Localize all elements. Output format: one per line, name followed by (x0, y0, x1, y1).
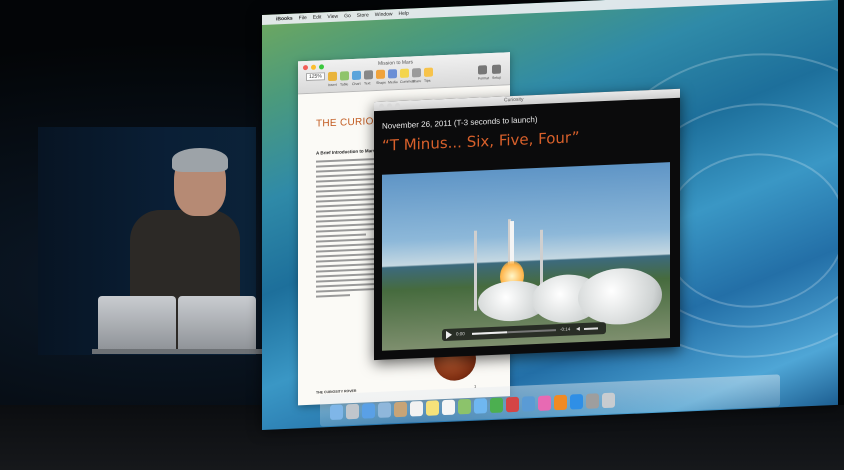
system-preferences-icon[interactable] (586, 393, 599, 409)
text-icon[interactable] (364, 70, 373, 80)
facetime-icon[interactable] (490, 397, 503, 414)
setup-icon[interactable] (492, 64, 501, 74)
maps-icon[interactable] (458, 398, 471, 415)
insert-label: Insert (328, 82, 337, 88)
calendar-icon[interactable] (410, 400, 423, 417)
setup-label: Setup (492, 75, 502, 80)
zoom-button[interactable] (319, 64, 324, 70)
pages-window-title: Mission to Mars (378, 59, 414, 67)
window-controls (303, 64, 324, 71)
messages-icon[interactable] (474, 398, 487, 414)
minimize-button[interactable] (387, 103, 392, 109)
mail-icon[interactable] (378, 402, 391, 418)
document-subtitle: A Brief Introduction to Mars (316, 148, 376, 156)
tips-label: Tips (424, 78, 431, 83)
time-elapsed: 0:00 (456, 331, 465, 337)
chart-icon[interactable] (352, 70, 361, 81)
ibooks-window: Curiosity November 26, 2011 (T-3 seconds… (374, 88, 680, 361)
contacts-icon[interactable] (394, 401, 407, 418)
pages-toolbar: Mission to Mars 125% Insert Table Chart … (298, 52, 510, 95)
finder-icon[interactable] (330, 404, 343, 421)
table-label: Table (340, 82, 349, 87)
iphoto-icon[interactable] (522, 396, 535, 412)
share-label: Share (412, 79, 422, 84)
smoke-cloud (578, 266, 662, 327)
reminders-icon[interactable] (442, 399, 455, 416)
shape-icon[interactable] (376, 69, 385, 80)
menu-window[interactable]: Window (375, 11, 393, 18)
play-icon[interactable] (446, 330, 452, 339)
zoom-select[interactable]: 125% (306, 72, 325, 82)
laptop-left (98, 296, 176, 350)
volume-icon[interactable]: ◀ (576, 326, 580, 332)
menu-file[interactable]: File (299, 15, 307, 21)
format-label: Format (478, 76, 490, 81)
comment-icon[interactable] (400, 68, 409, 78)
window-controls (379, 102, 400, 109)
projected-mac-screen: iBooks File Edit View Go Store Window He… (262, 0, 838, 431)
laptop-right-base (172, 349, 262, 354)
launch-tower (474, 230, 477, 311)
menu-go[interactable]: Go (344, 13, 351, 19)
volume-slider[interactable] (584, 327, 598, 330)
time-remaining: -0:14 (560, 326, 571, 332)
menu-view[interactable]: View (327, 14, 338, 20)
laptop-left-base (92, 349, 182, 354)
media-label: Media (388, 80, 398, 85)
text-label: Text (364, 81, 371, 86)
photo-booth-icon[interactable] (506, 396, 519, 413)
ibooks-icon[interactable] (554, 394, 567, 411)
presenter-hair (172, 148, 228, 172)
book-heading: “T Minus... Six, Five, Four” (382, 128, 580, 155)
scrubber-progress (472, 331, 508, 335)
chart-label: Chart (352, 81, 361, 87)
tips-icon[interactable] (424, 67, 433, 77)
notes-icon[interactable] (426, 400, 439, 416)
table-icon[interactable] (340, 71, 349, 81)
video-controls: 0:00 -0:14 ◀ (442, 321, 606, 342)
format-icon[interactable] (478, 65, 487, 75)
close-button[interactable] (379, 103, 384, 109)
zoom-button[interactable] (395, 102, 400, 109)
minimize-button[interactable] (311, 64, 316, 70)
launchpad-icon[interactable] (346, 403, 359, 420)
menu-edit[interactable]: Edit (313, 14, 322, 20)
ibooks-window-title: Curiosity (504, 96, 524, 104)
laptop-right (178, 296, 256, 350)
menu-store[interactable]: Store (357, 12, 369, 19)
video-scrubber[interactable] (472, 329, 556, 335)
launch-video[interactable]: 0:00 -0:14 ◀ (382, 162, 670, 351)
app-store-icon[interactable] (570, 393, 583, 410)
close-button[interactable] (303, 64, 308, 71)
insert-icon[interactable] (328, 71, 337, 82)
rocket (510, 220, 514, 266)
trash-icon[interactable] (602, 392, 615, 409)
menu-app-name[interactable]: iBooks (276, 16, 293, 23)
safari-icon[interactable] (362, 403, 375, 419)
media-icon[interactable] (388, 69, 397, 79)
share-icon[interactable] (412, 68, 421, 78)
shape-label: Shape (376, 80, 387, 86)
book-date-line: November 26, 2011 (T-3 seconds to launch… (382, 114, 538, 131)
itunes-icon[interactable] (538, 395, 551, 411)
menu-help[interactable]: Help (399, 11, 409, 17)
